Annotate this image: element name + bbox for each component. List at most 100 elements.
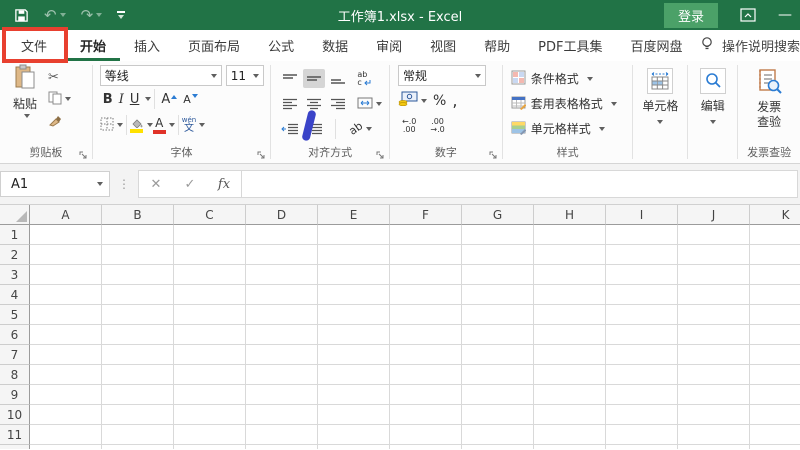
row-header[interactable]: 2 — [0, 245, 30, 265]
sheet-cell[interactable] — [534, 425, 606, 445]
sheet-cell[interactable] — [534, 225, 606, 245]
sheet-cell[interactable] — [318, 285, 390, 305]
sheet-cell[interactable] — [750, 425, 800, 445]
sheet-cell[interactable] — [246, 365, 318, 385]
select-all-button[interactable] — [0, 205, 30, 225]
row-header[interactable]: 7 — [0, 345, 30, 365]
login-button[interactable]: 登录 — [663, 2, 718, 28]
cancel-button[interactable]: ✕ — [139, 171, 173, 197]
sheet-cell[interactable] — [606, 425, 678, 445]
sheet-cell[interactable] — [534, 405, 606, 425]
tab-help[interactable]: 帮助 — [470, 30, 524, 61]
tab-formulas[interactable]: 公式 — [254, 30, 308, 61]
invoice-check-button[interactable]: 发票 查验 — [738, 61, 800, 146]
format-painter-button[interactable] — [48, 112, 71, 130]
align-middle-button[interactable] — [303, 69, 326, 88]
tab-data[interactable]: 数据 — [308, 30, 362, 61]
column-header[interactable]: G — [462, 205, 534, 225]
sheet-cell[interactable] — [318, 385, 390, 405]
sheet-cell[interactable] — [30, 225, 102, 245]
sheet-cell[interactable] — [174, 265, 246, 285]
sheet-cell[interactable] — [462, 325, 534, 345]
column-header[interactable]: A — [30, 205, 102, 225]
tab-home[interactable]: 开始 — [66, 30, 120, 61]
sheet-cell[interactable] — [390, 285, 462, 305]
row-header[interactable]: 12 — [0, 445, 30, 449]
sheet-cell[interactable] — [390, 345, 462, 365]
align-right-button[interactable] — [327, 94, 349, 113]
row-header[interactable]: 1 — [0, 225, 30, 245]
column-header[interactable]: E — [318, 205, 390, 225]
sheet-cell[interactable] — [534, 245, 606, 265]
comma-style-button[interactable]: , — [452, 91, 457, 110]
sheet-cell[interactable] — [102, 425, 174, 445]
sheet-cell[interactable] — [678, 445, 750, 449]
sheet-cell[interactable] — [30, 445, 102, 449]
sheet-cell[interactable] — [102, 225, 174, 245]
sheet-cell[interactable] — [174, 345, 246, 365]
column-header[interactable]: J — [678, 205, 750, 225]
sheet-cell[interactable] — [390, 445, 462, 449]
sheet-cell[interactable] — [390, 385, 462, 405]
column-header[interactable]: K — [750, 205, 800, 225]
number-dialog-launcher[interactable] — [488, 150, 499, 161]
sheet-cell[interactable] — [30, 425, 102, 445]
bold-button[interactable]: B — [100, 91, 116, 108]
sheet-cell[interactable] — [246, 285, 318, 305]
tab-view[interactable]: 视图 — [416, 30, 470, 61]
sheet-cell[interactable] — [678, 425, 750, 445]
font-color-button[interactable]: A — [152, 117, 175, 134]
sheet-cell[interactable] — [318, 445, 390, 449]
name-box[interactable]: A1 — [0, 171, 110, 197]
insert-function-button[interactable]: fx — [207, 171, 241, 197]
sheet-cell[interactable] — [462, 445, 534, 449]
orientation-button[interactable]: ab — [341, 119, 373, 138]
sheet-cell[interactable] — [246, 245, 318, 265]
column-header[interactable]: C — [174, 205, 246, 225]
sheet-cell[interactable] — [678, 305, 750, 325]
conditional-formatting-button[interactable]: 条件格式 — [511, 66, 633, 91]
sheet-cell[interactable] — [30, 285, 102, 305]
sheet-cell[interactable] — [534, 445, 606, 449]
row-header[interactable]: 8 — [0, 365, 30, 385]
sheet-cell[interactable] — [534, 325, 606, 345]
row-header[interactable]: 5 — [0, 305, 30, 325]
column-header[interactable]: F — [390, 205, 462, 225]
align-bottom-button[interactable] — [327, 69, 349, 88]
sheet-cell[interactable] — [750, 245, 800, 265]
save-icon[interactable] — [14, 8, 29, 23]
sheet-cell[interactable] — [534, 385, 606, 405]
wrap-text-button[interactable]: ab c — [357, 70, 371, 87]
sheet-cell[interactable] — [102, 445, 174, 449]
sheet-cell[interactable] — [30, 325, 102, 345]
sheet-cell[interactable] — [174, 225, 246, 245]
row-header[interactable]: 10 — [0, 405, 30, 425]
sheet-cell[interactable] — [462, 405, 534, 425]
sheet-cell[interactable] — [318, 345, 390, 365]
decrease-decimal-button[interactable]: .00 →.0 — [426, 117, 448, 134]
sheet-cell[interactable] — [30, 365, 102, 385]
sheet-cell[interactable] — [750, 345, 800, 365]
sheet-cell[interactable] — [30, 345, 102, 365]
formula-input[interactable] — [242, 170, 798, 198]
column-header[interactable]: B — [102, 205, 174, 225]
font-dialog-launcher[interactable] — [256, 150, 267, 161]
sheet-cell[interactable] — [102, 405, 174, 425]
sheet-cell[interactable] — [318, 405, 390, 425]
sheet-cell[interactable] — [390, 305, 462, 325]
increase-decimal-button[interactable]: ←.0 .00 — [398, 117, 420, 134]
sheet-cell[interactable] — [246, 345, 318, 365]
tab-page-layout[interactable]: 页面布局 — [174, 30, 254, 61]
enter-button[interactable]: ✓ — [173, 171, 207, 197]
sheet-cell[interactable] — [102, 325, 174, 345]
sheet-cell[interactable] — [678, 345, 750, 365]
sheet-cell[interactable] — [174, 445, 246, 449]
sheet-cell[interactable] — [606, 385, 678, 405]
format-as-table-button[interactable]: 套用表格格式 — [511, 91, 633, 116]
copy-button[interactable] — [48, 90, 71, 108]
sheet-cell[interactable] — [462, 345, 534, 365]
editing-button[interactable]: 编辑 — [688, 61, 737, 146]
sheet-cell[interactable] — [462, 425, 534, 445]
sheet-cell[interactable] — [174, 365, 246, 385]
accounting-format-button[interactable] — [398, 91, 428, 110]
